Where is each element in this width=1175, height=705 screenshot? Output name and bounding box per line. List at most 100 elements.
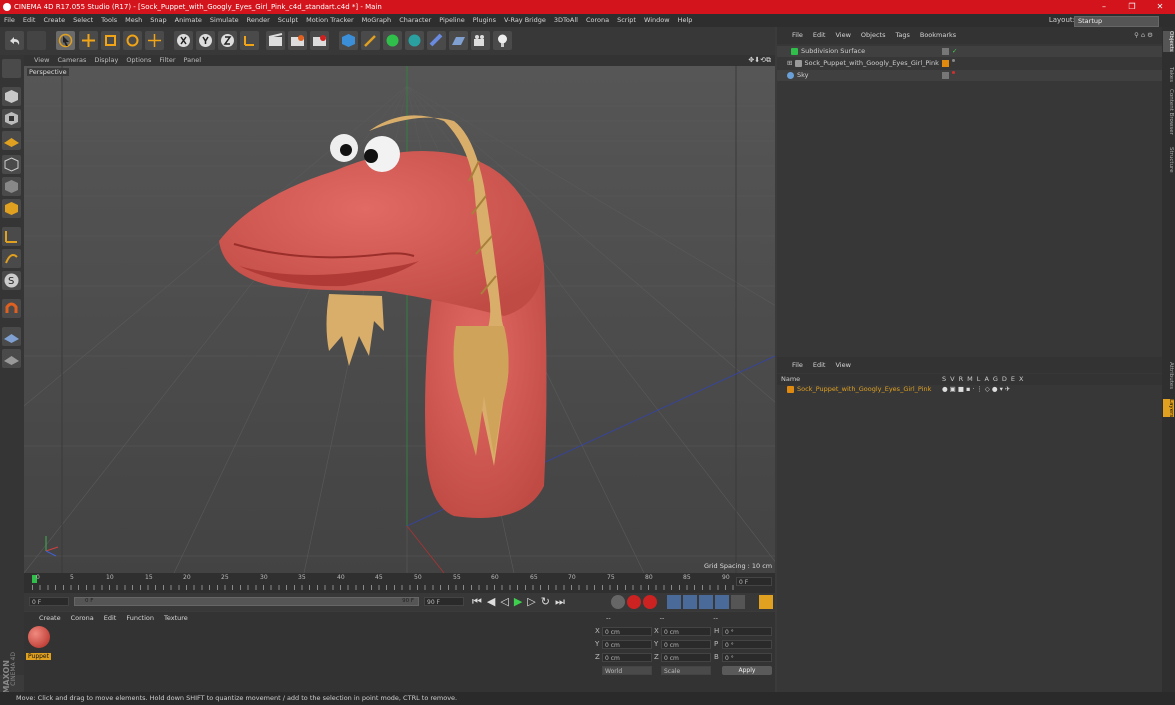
menu-file[interactable]: File bbox=[0, 14, 19, 27]
timeline-ruler[interactable]: 0 5 10 15 20 25 30 35 40 45 50 55 60 65 … bbox=[24, 573, 775, 593]
z-axis-icon[interactable] bbox=[218, 31, 237, 50]
floor-icon[interactable] bbox=[449, 31, 468, 50]
layer-menu-file[interactable]: File bbox=[787, 357, 808, 373]
key-pla-icon[interactable] bbox=[731, 595, 745, 609]
object-row[interactable]: ⊞ Sock_Puppet_with_Googly_Eyes_Girl_Pink bbox=[777, 58, 1162, 69]
menu-script[interactable]: Script bbox=[613, 14, 640, 27]
rotation-b-field[interactable]: 0 ° bbox=[722, 653, 772, 662]
menu-render[interactable]: Render bbox=[243, 14, 274, 27]
workplane-icon[interactable] bbox=[2, 131, 21, 150]
object-menu-file[interactable]: File bbox=[787, 27, 808, 44]
magnet-icon[interactable] bbox=[2, 299, 21, 318]
menu-character[interactable]: Character bbox=[395, 14, 435, 27]
tab-objects[interactable]: Objects bbox=[1163, 31, 1174, 52]
viewport-menu-filter[interactable]: Filter bbox=[155, 55, 179, 66]
menu-select[interactable]: Select bbox=[69, 14, 97, 27]
key-scale-icon[interactable] bbox=[683, 595, 697, 609]
playback-controls[interactable]: ⏮◀◁▶▷↻⏭ bbox=[472, 595, 570, 609]
size-z-field[interactable]: 0 cm bbox=[661, 653, 711, 662]
texture-mode-icon[interactable] bbox=[2, 109, 21, 128]
minimize-button[interactable]: – bbox=[1092, 0, 1116, 14]
close-button[interactable]: ✕ bbox=[1148, 0, 1172, 14]
layer-color-swatch[interactable] bbox=[787, 385, 794, 393]
visibility-dot-icon[interactable] bbox=[952, 59, 955, 62]
render-picture-viewer-icon[interactable] bbox=[288, 31, 307, 50]
live-selection-icon[interactable] bbox=[56, 31, 75, 50]
layer-tag-icon[interactable] bbox=[942, 72, 949, 79]
light-icon[interactable] bbox=[493, 31, 512, 50]
key-rotation-icon[interactable] bbox=[699, 595, 713, 609]
layer-tag-icon[interactable] bbox=[942, 48, 949, 55]
position-z-field[interactable]: 0 cm bbox=[602, 653, 652, 662]
menu-create[interactable]: Create bbox=[39, 14, 69, 27]
pen-spline-icon[interactable] bbox=[361, 31, 380, 50]
object-menu-tags[interactable]: Tags bbox=[890, 27, 914, 44]
rotation-h-field[interactable]: 0 ° bbox=[722, 627, 772, 636]
menu-mesh[interactable]: Mesh bbox=[121, 14, 146, 27]
menu-plugins[interactable]: Plugins bbox=[469, 14, 500, 27]
camera-icon[interactable] bbox=[471, 31, 490, 50]
scale-icon[interactable] bbox=[101, 31, 120, 50]
material-menu-corona[interactable]: Corona bbox=[66, 612, 99, 624]
render-view-icon[interactable] bbox=[266, 31, 285, 50]
edges-mode-icon[interactable] bbox=[2, 177, 21, 196]
deformer-icon[interactable] bbox=[427, 31, 446, 50]
viewport-menu-view[interactable]: View bbox=[24, 55, 53, 66]
position-y-field[interactable]: 0 cm bbox=[602, 640, 652, 649]
material-preview-sphere[interactable] bbox=[28, 626, 50, 648]
layer-row[interactable]: Sock_Puppet_with_Googly_Eyes_Girl_Pink ●… bbox=[777, 384, 1162, 395]
rotation-p-field[interactable]: 0 ° bbox=[722, 640, 772, 649]
tab-takes[interactable]: Takes bbox=[1163, 67, 1174, 82]
scale-mode-dropdown[interactable]: Scale bbox=[661, 666, 711, 675]
move-icon[interactable] bbox=[79, 31, 98, 50]
enabled-check-icon[interactable]: ✓ bbox=[952, 46, 957, 57]
redo-icon[interactable] bbox=[27, 31, 46, 50]
material-menu-create[interactable]: Create bbox=[34, 612, 66, 624]
object-menu-objects[interactable]: Objects bbox=[856, 27, 891, 44]
axis-mode-icon[interactable] bbox=[2, 227, 21, 246]
layer-color-icon[interactable] bbox=[942, 60, 949, 67]
grid-lock-icon[interactable] bbox=[2, 327, 21, 346]
end-frame-field[interactable]: 90 F bbox=[424, 597, 464, 606]
menu-snap[interactable]: Snap bbox=[146, 14, 170, 27]
viewport-menu-options[interactable]: Options bbox=[122, 55, 155, 66]
polygons-mode-icon[interactable] bbox=[2, 199, 21, 218]
layout-dropdown[interactable]: Startup bbox=[1074, 16, 1159, 27]
size-x-field[interactable]: 0 cm bbox=[661, 627, 711, 636]
menu-window[interactable]: Window bbox=[640, 14, 674, 27]
menu-edit[interactable]: Edit bbox=[19, 14, 40, 27]
record-active-icon[interactable] bbox=[627, 595, 641, 609]
current-frame-field[interactable]: 0 F bbox=[736, 577, 772, 586]
timeline-window-icon[interactable] bbox=[759, 595, 773, 609]
object-menu-edit[interactable]: Edit bbox=[808, 27, 831, 44]
material-menu-function[interactable]: Function bbox=[121, 612, 159, 624]
layer-menu-edit[interactable]: Edit bbox=[808, 357, 831, 373]
coordinate-system-icon[interactable] bbox=[240, 31, 259, 50]
menu-corona[interactable]: Corona bbox=[582, 14, 613, 27]
transform-icon[interactable] bbox=[145, 31, 164, 50]
tab-layers[interactable]: Layers bbox=[1163, 399, 1174, 418]
menu-3dtoall[interactable]: 3DToAll bbox=[550, 14, 582, 27]
cube-icon[interactable] bbox=[339, 31, 358, 50]
menu-tools[interactable]: Tools bbox=[97, 14, 121, 27]
viewport-menu-cameras[interactable]: Cameras bbox=[53, 55, 90, 66]
menu-pipeline[interactable]: Pipeline bbox=[435, 14, 468, 27]
menu-vray-bridge[interactable]: V-Ray Bridge bbox=[500, 14, 550, 27]
material-name[interactable]: Puppet bbox=[26, 653, 51, 660]
workplane-lock-icon[interactable] bbox=[2, 349, 21, 368]
tab-structure[interactable]: Structure bbox=[1163, 147, 1174, 173]
search-icon[interactable]: ⚲ ⌂ ⚙ bbox=[1129, 27, 1158, 44]
object-row[interactable]: Sky bbox=[777, 70, 1162, 81]
material-menu-edit[interactable]: Edit bbox=[99, 612, 122, 624]
viewport-menu-display[interactable]: Display bbox=[90, 55, 122, 66]
object-menu-view[interactable]: View bbox=[830, 27, 855, 44]
apply-button[interactable]: Apply bbox=[722, 666, 772, 675]
frame-range-slider[interactable]: 0 F 90 F bbox=[74, 597, 419, 606]
visibility-dot-icon[interactable] bbox=[952, 71, 955, 74]
perspective-viewport[interactable] bbox=[24, 66, 775, 573]
object-row[interactable]: Subdivision Surface ✓ bbox=[777, 46, 1162, 57]
tab-content-browser[interactable]: Content Browser bbox=[1163, 89, 1174, 135]
points-mode-icon[interactable] bbox=[2, 155, 21, 174]
tab-attributes[interactable]: Attributes bbox=[1163, 362, 1174, 389]
model-mode-icon[interactable] bbox=[2, 87, 21, 106]
